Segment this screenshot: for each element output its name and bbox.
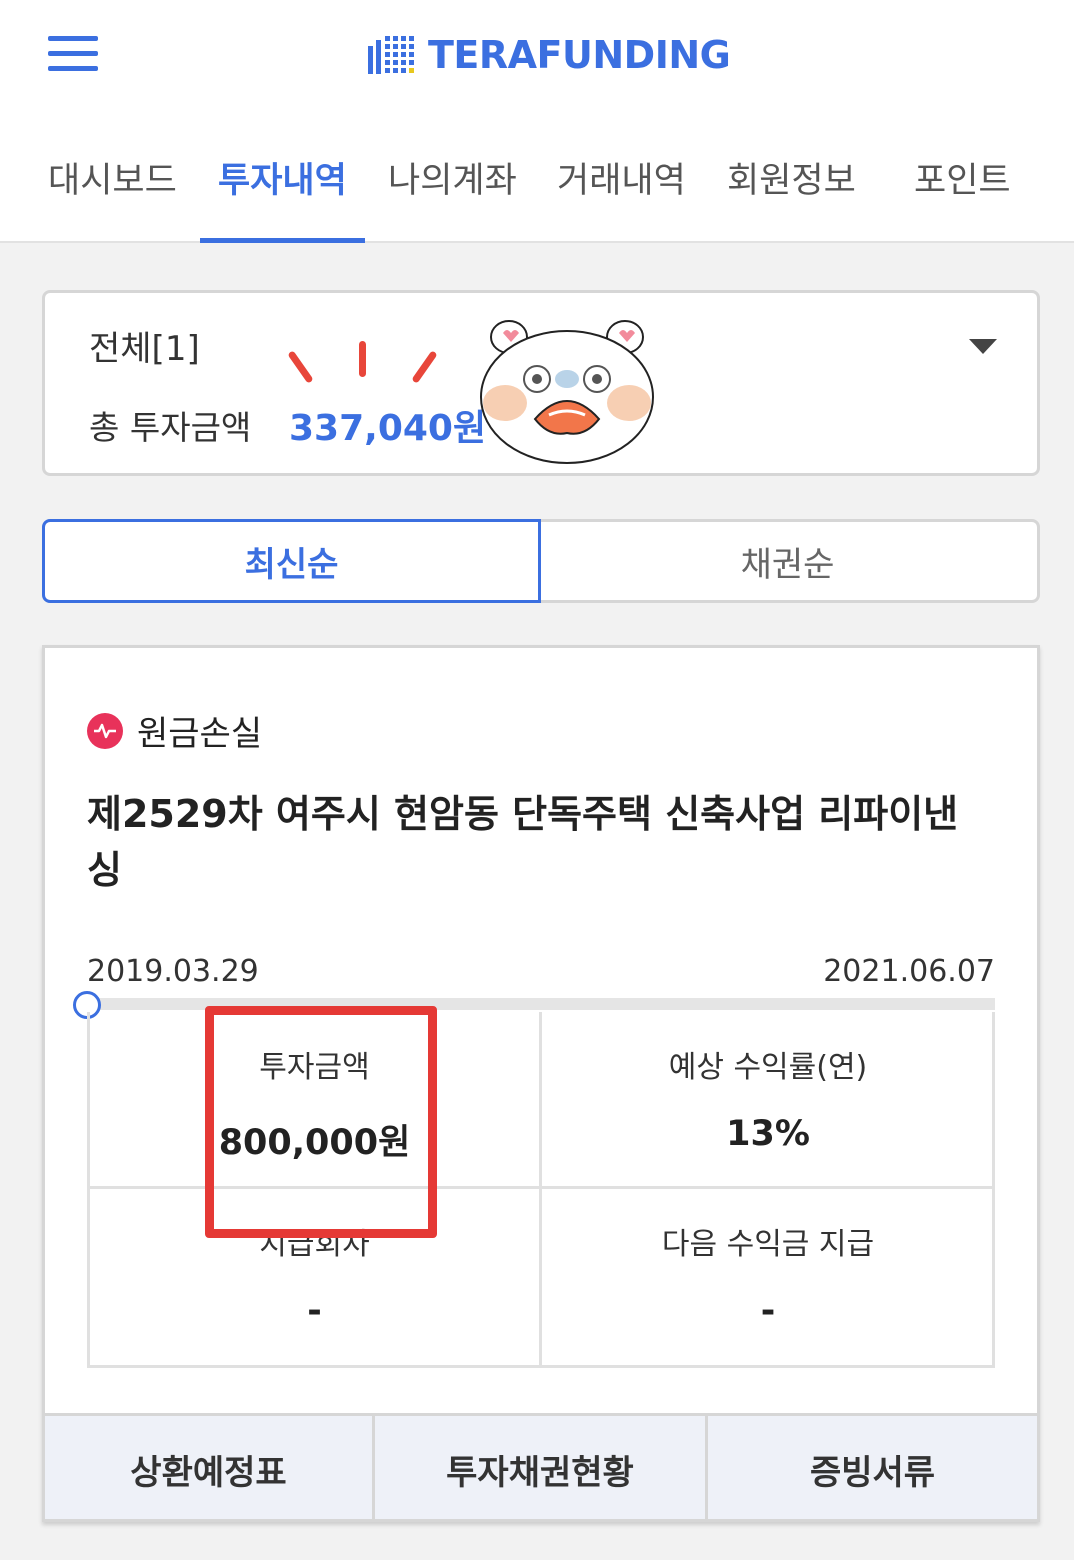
documents-button[interactable]: 증빙서류 (708, 1416, 1037, 1522)
dropdown-arrow-icon[interactable] (969, 339, 997, 354)
stat-rate: 예상 수익률(연) 13% (542, 1012, 994, 1189)
logo-text: TERAFUNDING (428, 33, 731, 77)
total-invested-label: 총 투자금액 (89, 408, 252, 447)
stat-next-payment-label: 다음 수익금 지급 (661, 1227, 875, 1262)
total-invested-value: 337,040원 (289, 408, 487, 449)
stat-rate-value: 13% (726, 1114, 810, 1154)
sort-bond-button[interactable]: 채권순 (538, 519, 1040, 603)
filter-label: 전체[1] (89, 329, 200, 369)
progress-track (87, 998, 995, 1010)
stat-next-payment-value: - (760, 1291, 776, 1331)
project-title[interactable]: 제2529차 여주시 현암동 단독주택 신축사업 리파이낸싱 (87, 786, 987, 898)
sort-latest-button[interactable]: 최신순 (42, 519, 541, 603)
investment-stats-grid: 투자금액 800,000원 예상 수익률(연) 13% 지급회차 - 다음 수익… (87, 1012, 995, 1368)
stat-amount-label: 투자금액 (259, 1050, 370, 1085)
filter-summary-card[interactable]: 전체[1] 총 투자금액 337,040원 (42, 290, 1040, 476)
crying-bear-sticker (480, 320, 654, 464)
emphasis-mark (411, 350, 438, 384)
pulse-icon (87, 712, 123, 749)
main-tabs: 대시보드 투자내역 나의계좌 거래내역 회원정보 포인트 (0, 140, 1074, 243)
status-badge: 원금손실 (87, 706, 262, 755)
sort-toggle: 최신순 채권순 (42, 519, 1040, 603)
stat-round-value: - (307, 1291, 322, 1331)
start-date: 2019.03.29 (87, 954, 259, 989)
tab-my-account[interactable]: 나의계좌 (388, 152, 517, 243)
stat-rate-label: 예상 수익률(연) (668, 1050, 868, 1085)
emphasis-mark (287, 350, 314, 384)
stat-next-payment: 다음 수익금 지급 - (542, 1189, 994, 1366)
emphasis-mark (359, 341, 366, 377)
card-actions: 상환예정표 투자채권현황 증빙서류 (45, 1413, 1037, 1522)
tab-points[interactable]: 포인트 (914, 152, 1011, 243)
repayment-schedule-button[interactable]: 상환예정표 (45, 1416, 375, 1522)
tab-transactions[interactable]: 거래내역 (557, 152, 686, 243)
tab-dashboard[interactable]: 대시보드 (48, 152, 177, 243)
stat-round-label: 지급회차 (259, 1227, 370, 1262)
stat-round: 지급회차 - (90, 1189, 542, 1366)
stat-amount: 투자금액 800,000원 (90, 1012, 542, 1189)
logo-icon (368, 36, 414, 74)
end-date: 2021.06.07 (823, 954, 995, 989)
tab-member-info[interactable]: 회원정보 (727, 152, 856, 243)
tab-investments[interactable]: 투자내역 (200, 152, 365, 243)
status-text: 원금손실 (137, 714, 263, 754)
investment-card: 원금손실 제2529차 여주시 현암동 단독주택 신축사업 리파이낸싱 2019… (42, 645, 1040, 1522)
app-header: TERAFUNDING 대시보드 투자내역 나의계좌 거래내역 회원정보 포인트 (0, 0, 1074, 243)
menu-icon[interactable] (48, 36, 98, 72)
logo[interactable]: TERAFUNDING (368, 30, 731, 80)
stat-amount-value: 800,000원 (218, 1123, 411, 1163)
bond-status-button[interactable]: 투자채권현황 (375, 1416, 708, 1522)
